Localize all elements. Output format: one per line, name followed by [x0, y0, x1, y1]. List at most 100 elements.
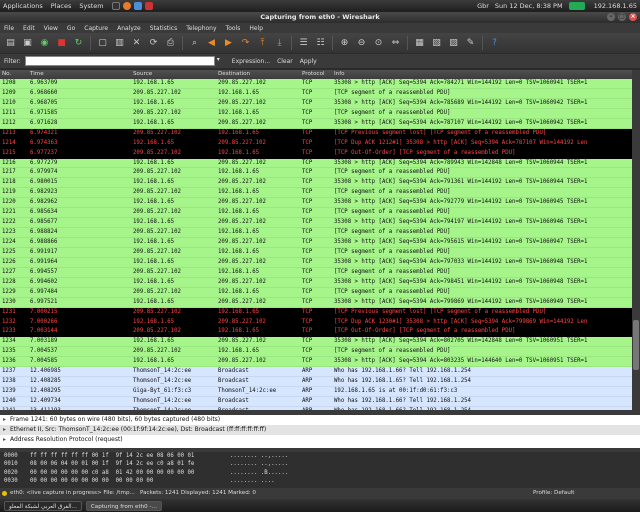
column-time[interactable]: Time: [30, 71, 44, 77]
filter-input[interactable]: [24, 56, 215, 66]
table-row[interactable]: 1227 6.994557 209.85.227.102 192.168.1.65 TC…: [0, 267, 632, 278]
display-filters-icon[interactable]: ▧: [429, 36, 444, 50]
table-row[interactable]: 1229 6.997484 209.85.227.102 192.168.1.65 TC…: [0, 287, 632, 298]
expression-button[interactable]: Expression...: [232, 58, 270, 65]
reload-icon[interactable]: ⟳: [146, 36, 161, 50]
applications-menu[interactable]: Applications: [3, 2, 43, 10]
table-row[interactable]: 1238 12.408285 ThomsonT_14:2c:ee Broadcast A…: [0, 377, 632, 388]
auto-scroll-icon[interactable]: ☷: [313, 36, 328, 50]
menu-file[interactable]: File: [4, 25, 14, 32]
resize-columns-icon[interactable]: ⇔: [388, 36, 403, 50]
table-row[interactable]: 1240 12.409734 ThomsonT_14:2c:ee Broadcast A…: [0, 397, 632, 407]
filter-dropdown-icon[interactable]: ▾: [217, 56, 225, 66]
clear-button[interactable]: Clear: [277, 58, 293, 65]
table-row[interactable]: 1214 6.974363 192.168.1.65 209.85.227.102 TC…: [0, 138, 632, 149]
menu-go[interactable]: Go: [67, 25, 75, 32]
detail-ethernet[interactable]: ▸ Ethernet II, Src: ThomsonT_14:2c:ee (00…: [0, 425, 640, 435]
zoom-normal-icon[interactable]: ⊙: [371, 36, 386, 50]
table-row[interactable]: 1218 6.980015 192.168.1.65 209.85.227.102 TC…: [0, 178, 632, 189]
packet-bytes[interactable]: 0000 ff ff ff ff ff ff 00 1f 9f 14 2c ee …: [0, 452, 640, 488]
packet-list[interactable]: No. Time Source Destination Protocol Inf…: [0, 70, 632, 410]
table-row[interactable]: 1232 7.000266 192.168.1.65 209.85.227.102 TC…: [0, 317, 632, 328]
menu-statistics[interactable]: Statistics: [150, 25, 177, 32]
go-to-packet-icon[interactable]: ↷: [238, 36, 253, 50]
start-capture-icon[interactable]: ◉: [37, 36, 52, 50]
table-row[interactable]: 1225 6.991917 209.85.227.102 192.168.1.65 TC…: [0, 247, 632, 258]
system-menu[interactable]: System: [79, 2, 103, 10]
open-file-icon[interactable]: ▢: [95, 36, 110, 50]
help-icon[interactable]: ?: [487, 36, 502, 50]
packet-list-scrollbar[interactable]: [632, 70, 640, 410]
menu-help[interactable]: Help: [249, 25, 263, 32]
menu-capture[interactable]: Capture: [84, 25, 108, 32]
zoom-out-icon[interactable]: ⊖: [354, 36, 369, 50]
table-row[interactable]: 1212 6.971628 192.168.1.65 209.85.227.102 TC…: [0, 118, 632, 129]
detail-arp[interactable]: ▸ Address Resolution Protocol (request): [0, 435, 640, 445]
expert-info-icon[interactable]: [2, 491, 7, 496]
table-row[interactable]: 1231 7.000215 209.85.227.102 192.168.1.65 TC…: [0, 307, 632, 318]
places-menu[interactable]: Places: [51, 2, 72, 10]
clock[interactable]: Sun 12 Dec, 8:38 PM: [495, 2, 563, 10]
menu-edit[interactable]: Edit: [23, 25, 35, 32]
restart-capture-icon[interactable]: ↻: [71, 36, 86, 50]
interfaces-icon[interactable]: ▤: [3, 36, 18, 50]
table-row[interactable]: 1219 6.982923 209.85.227.102 192.168.1.65 TC…: [0, 188, 632, 199]
table-row[interactable]: 1233 7.003144 209.85.227.102 192.168.1.65 TC…: [0, 327, 632, 338]
scrollbar-thumb[interactable]: [633, 320, 639, 370]
table-row[interactable]: 1239 12.408295 Giga-Byt_61:f3:c3 ThomsonT_1…: [0, 387, 632, 397]
menu-view[interactable]: View: [44, 25, 58, 32]
column-info[interactable]: Info: [334, 71, 345, 77]
menu-telephony[interactable]: Telephony: [186, 25, 216, 32]
preferences-icon[interactable]: ✎: [463, 36, 478, 50]
table-row[interactable]: 1211 6.971585 209.85.227.102 192.168.1.65 TC…: [0, 108, 632, 119]
table-row[interactable]: 1226 6.991964 192.168.1.65 209.85.227.102 TC…: [0, 257, 632, 268]
table-row[interactable]: 1217 6.979974 209.85.227.102 192.168.1.65 TC…: [0, 168, 632, 179]
table-row[interactable]: 1237 12.406985 ThomsonT_14:2c:ee Broadcast A…: [0, 367, 632, 378]
print-icon[interactable]: ⎙: [163, 36, 178, 50]
expand-icon[interactable]: ▸: [3, 425, 10, 435]
capture-filters-icon[interactable]: ▦: [412, 36, 427, 50]
detail-frame[interactable]: ▸ Frame 1241: 60 bytes on wire (480 bits)…: [0, 415, 640, 425]
table-row[interactable]: 1208 6.963709 192.168.1.65 209.85.227.102 TC…: [0, 79, 632, 89]
table-row[interactable]: 1209 6.968660 209.85.227.102 192.168.1.65 TC…: [0, 88, 632, 99]
window-titlebar[interactable]: Capturing from eth0 - Wireshark – □ ×: [0, 12, 640, 23]
close-file-icon[interactable]: ✕: [129, 36, 144, 50]
expand-icon[interactable]: ▸: [3, 415, 10, 425]
first-packet-icon[interactable]: ⤒: [255, 36, 270, 50]
table-row[interactable]: 1210 6.968705 192.168.1.65 209.85.227.102 TC…: [0, 98, 632, 109]
column-source[interactable]: Source: [133, 71, 152, 77]
column-destination[interactable]: Destination: [218, 71, 250, 77]
stop-capture-icon[interactable]: ■: [54, 36, 69, 50]
terminal-launcher-icon[interactable]: [111, 2, 120, 10]
table-row[interactable]: 1234 7.003189 192.168.1.65 209.85.227.102 TC…: [0, 337, 632, 348]
mail-launcher-icon[interactable]: [133, 2, 142, 10]
table-row[interactable]: 1222 6.985677 192.168.1.65 209.85.227.102 TC…: [0, 218, 632, 229]
taskbar-window-browser[interactable]: الفرق العربي لشبكة المعلو...: [4, 500, 82, 511]
firefox-launcher-icon[interactable]: [122, 2, 131, 10]
table-row[interactable]: 1230 6.997521 192.168.1.65 209.85.227.102 TC…: [0, 297, 632, 308]
go-forward-icon[interactable]: ▶: [221, 36, 236, 50]
last-packet-icon[interactable]: ⤓: [272, 36, 287, 50]
packet-details[interactable]: ▸ Frame 1241: 60 bytes on wire (480 bits)…: [0, 415, 640, 448]
capture-options-icon[interactable]: ▣: [20, 36, 35, 50]
table-row[interactable]: 1235 7.004537 209.85.227.102 192.168.1.65 TC…: [0, 347, 632, 358]
menu-analyze[interactable]: Analyze: [117, 25, 141, 32]
menu-tools[interactable]: Tools: [226, 25, 241, 32]
table-row[interactable]: 1236 7.004585 192.168.1.65 209.85.227.102 TC…: [0, 357, 632, 368]
zoom-in-icon[interactable]: ⊕: [337, 36, 352, 50]
table-row[interactable]: 1216 6.977279 192.168.1.65 209.85.227.102 TC…: [0, 158, 632, 169]
save-file-icon[interactable]: ▥: [112, 36, 127, 50]
table-row[interactable]: 1221 6.985634 209.85.227.102 192.168.1.65 TC…: [0, 208, 632, 219]
keyboard-layout-indicator[interactable]: Gbr: [477, 2, 489, 10]
profile-status[interactable]: Profile: Default: [533, 488, 575, 499]
column-no[interactable]: No.: [2, 71, 11, 77]
table-row[interactable]: 1213 6.974321 209.85.227.102 192.168.1.65 TC…: [0, 128, 632, 139]
expand-icon[interactable]: ▸: [3, 435, 10, 445]
table-row[interactable]: 1224 6.988866 192.168.1.65 209.85.227.102 TC…: [0, 238, 632, 248]
apply-button[interactable]: Apply: [300, 58, 317, 65]
table-row[interactable]: 1215 6.977237 209.85.227.102 192.168.1.65 TC…: [0, 148, 632, 159]
app-launcher-icon[interactable]: [144, 2, 153, 10]
column-protocol[interactable]: Protocol: [302, 71, 325, 77]
find-packet-icon[interactable]: ⌕: [187, 36, 202, 50]
table-row[interactable]: 1223 6.988824 209.85.227.102 192.168.1.65 TC…: [0, 228, 632, 238]
